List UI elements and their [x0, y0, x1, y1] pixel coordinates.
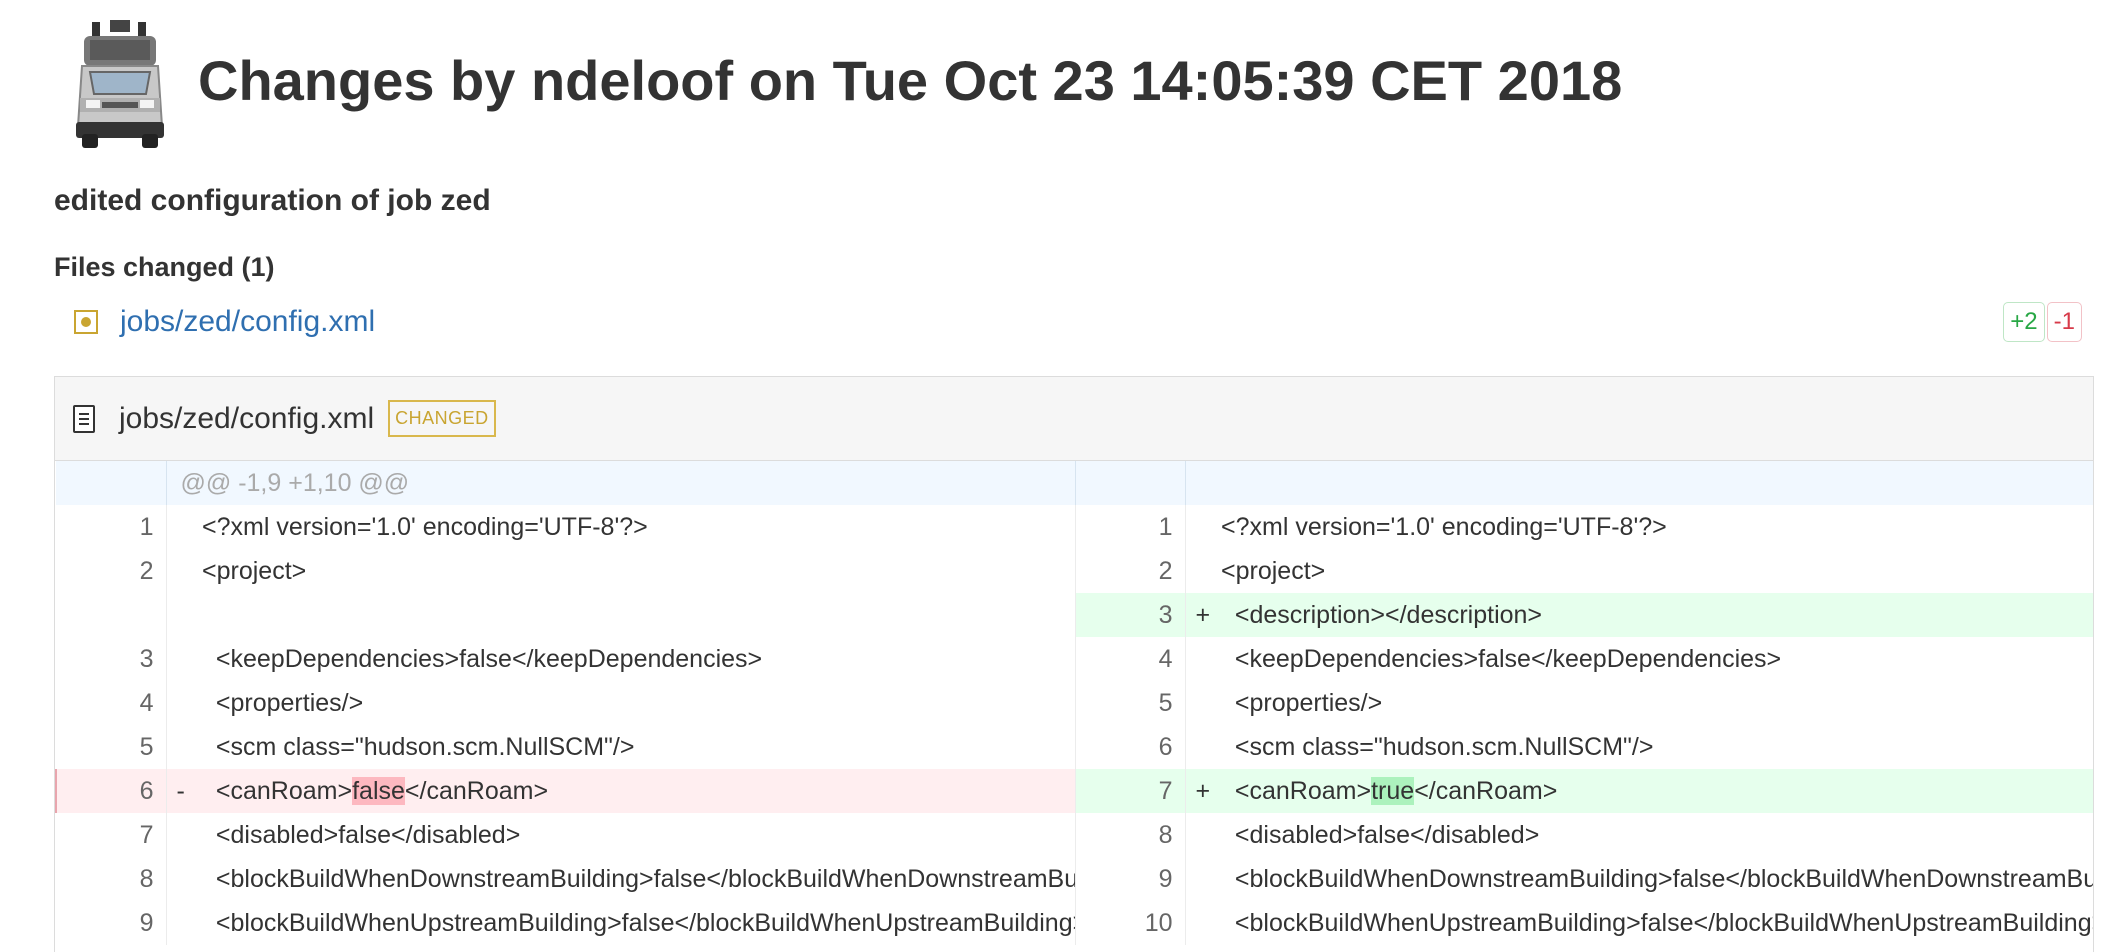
right-line-number: 3	[1075, 593, 1186, 637]
left-sign	[166, 549, 202, 593]
changed-file-link[interactable]: jobs/zed/config.xml	[120, 305, 375, 339]
right-code: <canRoam>true</canRoam>	[1221, 769, 2093, 813]
right-line-number: 8	[1075, 813, 1186, 857]
right-code: <keepDependencies>false</keepDependencie…	[1221, 644, 1782, 673]
right-code: <properties/>	[1221, 688, 1383, 717]
left-code: <keepDependencies>false</keepDependencie…	[202, 637, 1076, 681]
left-line-number: 7	[56, 813, 167, 857]
right-code: <description></description>	[1221, 593, 2093, 637]
right-line-number: 4	[1075, 637, 1186, 681]
diff-row: 3 <keepDependencies>false</keepDependenc…	[56, 637, 2093, 681]
diff-row: 3 + <description></description>	[56, 593, 2093, 637]
diff-panel: jobs/zed/config.xml CHANGED @@ -1,9 +1,1…	[54, 376, 2094, 952]
deletions-count: -1	[2046, 302, 2082, 342]
left-line-number: 2	[56, 549, 167, 593]
right-sign: +	[1185, 769, 1221, 813]
right-sign	[1185, 725, 1221, 769]
left-code: <properties/>	[202, 681, 1076, 725]
right-code: <project>	[1221, 556, 1326, 585]
diff-row: 4 <properties/> 5 <properties/>	[56, 681, 2093, 725]
left-sign	[166, 593, 202, 637]
right-line-number: 10	[1075, 901, 1186, 945]
left-code: <scm class="hudson.scm.NullSCM"/>	[202, 725, 1076, 769]
left-line-number: 5	[56, 725, 167, 769]
left-code	[202, 593, 1076, 637]
right-line-number: 6	[1075, 725, 1186, 769]
jenkins-delorean-logo	[72, 18, 168, 150]
document-icon	[73, 404, 95, 433]
right-sign	[1185, 549, 1221, 593]
right-line-number: 2	[1075, 549, 1186, 593]
right-sign	[1185, 637, 1221, 681]
changed-badge: CHANGED	[388, 400, 496, 437]
left-line-number: 9	[56, 901, 167, 945]
diff-stats: +2 -1	[2003, 302, 2082, 342]
left-code: <blockBuildWhenDownstreamBuilding>false<…	[202, 857, 1076, 901]
left-sign	[166, 813, 202, 857]
code-text: </canRoam>	[1414, 776, 1558, 805]
page-title: Changes by ndeloof on Tue Oct 23 14:05:3…	[198, 49, 1623, 112]
right-code: <scm class="hudson.scm.NullSCM"/>	[1221, 732, 1654, 761]
left-sign	[166, 637, 202, 681]
left-sign	[166, 681, 202, 725]
left-code: <blockBuildWhenUpstreamBuilding>false</b…	[202, 901, 1076, 945]
change-description: edited configuration of job zed	[54, 184, 491, 217]
hunk-header-row: @@ -1,9 +1,10 @@	[56, 461, 2093, 505]
diff-filename: jobs/zed/config.xml	[119, 401, 375, 435]
added-word: true	[1371, 776, 1415, 805]
changed-file-row: jobs/zed/config.xml	[74, 300, 375, 344]
diff-row: 6- <canRoam>false</canRoam> 7 + <canRoam>t…	[55, 769, 2093, 813]
right-sign	[1185, 681, 1221, 725]
left-sign: -	[166, 769, 202, 813]
right-line-number: 1	[1075, 505, 1186, 549]
right-sign: +	[1185, 593, 1221, 637]
left-sign	[166, 901, 202, 945]
left-code: <project>	[202, 549, 1076, 593]
left-code: <disabled>false</disabled>	[202, 813, 1076, 857]
left-line-number: 3	[56, 637, 167, 681]
side-by-side-diff: @@ -1,9 +1,10 @@ 1 <?xml version='1.0' en…	[55, 461, 2094, 945]
file-changed-icon	[74, 310, 98, 334]
right-sign	[1185, 857, 1221, 901]
right-line-number: 5	[1075, 681, 1186, 725]
diff-row: 8 <blockBuildWhenDownstreamBuilding>fals…	[56, 857, 2094, 901]
right-sign	[1185, 901, 1221, 945]
left-code: <canRoam>false</canRoam>	[202, 769, 1076, 813]
right-code: <blockBuildWhenDownstreamBuilding>false<…	[1221, 864, 2094, 893]
hunk-header: @@ -1,9 +1,10 @@	[166, 461, 1076, 505]
code-text: <canRoam>	[1221, 776, 1372, 805]
removed-word: false	[352, 776, 405, 805]
diff-row: 7 <disabled>false</disabled> 8 <disabled>…	[56, 813, 2093, 857]
code-text: <canRoam>	[202, 776, 353, 805]
diff-row: 9 <blockBuildWhenUpstreamBuilding>false<…	[56, 901, 2094, 945]
left-code: <?xml version='1.0' encoding='UTF-8'?>	[202, 505, 1076, 549]
code-text: </canRoam>	[404, 776, 549, 805]
left-sign	[166, 505, 202, 549]
left-line-number	[56, 593, 167, 637]
right-code: <blockBuildWhenUpstreamBuilding>false</b…	[1221, 908, 2094, 937]
diff-row: 1 <?xml version='1.0' encoding='UTF-8'?> 1…	[56, 505, 2093, 549]
diff-file-header: jobs/zed/config.xml CHANGED	[55, 377, 2093, 461]
right-sign	[1185, 813, 1221, 857]
left-sign	[166, 857, 202, 901]
additions-count: +2	[2003, 302, 2045, 342]
files-changed-heading: Files changed (1)	[54, 252, 275, 282]
diff-row: 2 <project> 2 <project>	[56, 549, 2093, 593]
left-line-number: 8	[56, 857, 167, 901]
left-line-number: 6	[55, 769, 167, 813]
right-sign	[1185, 505, 1221, 549]
right-code: <disabled>false</disabled>	[1221, 820, 1540, 849]
left-line-number: 1	[56, 505, 167, 549]
left-line-number: 4	[56, 681, 167, 725]
right-line-number: 9	[1075, 857, 1186, 901]
left-sign	[166, 725, 202, 769]
diff-row: 5 <scm class="hudson.scm.NullSCM"/> 6 <sc…	[56, 725, 2093, 769]
right-line-number: 7	[1075, 769, 1186, 813]
right-code: <?xml version='1.0' encoding='UTF-8'?>	[1221, 512, 1667, 541]
